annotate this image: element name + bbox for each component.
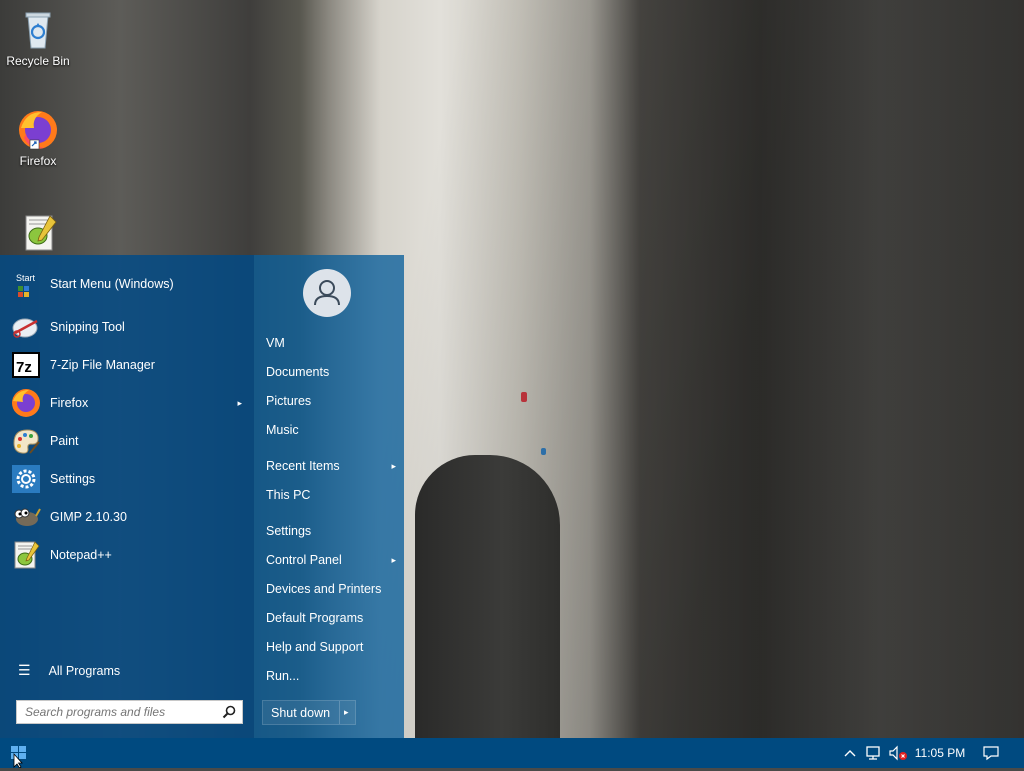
program-start-menu-windows[interactable]: Start Start Menu (Windows) <box>10 267 248 301</box>
place-label: Music <box>266 423 299 437</box>
program-label: Snipping Tool <box>50 320 125 334</box>
notification-icon[interactable] <box>978 738 1004 768</box>
start-menu: Start Start Menu (Windows) Snipping Tool <box>0 255 404 738</box>
place-label: Settings <box>266 524 312 538</box>
program-label: Start Menu (Windows) <box>50 277 174 291</box>
user-avatar[interactable] <box>303 269 351 317</box>
search-input[interactable] <box>23 704 222 720</box>
network-icon[interactable] <box>862 738 886 768</box>
place-recent-items[interactable]: Recent Items ▸ <box>266 456 396 476</box>
program-paint[interactable]: Paint <box>10 424 248 458</box>
program-label: Notepad++ <box>50 548 112 562</box>
settings-gear-icon <box>10 463 42 495</box>
wallpaper-climber <box>521 392 527 402</box>
place-label: VM <box>266 336 285 350</box>
place-label: Recent Items <box>266 459 340 473</box>
shutdown-label: Shut down <box>271 705 331 720</box>
program-label: Settings <box>50 472 96 486</box>
desktop-icon-recycle-bin[interactable]: Recycle Bin <box>0 8 76 68</box>
place-label: Devices and Printers <box>266 582 382 596</box>
list-icon: ☰ <box>18 662 31 678</box>
recycle-bin-icon <box>16 8 60 52</box>
program-label: Paint <box>50 434 79 448</box>
windows-logo-icon <box>11 746 26 769</box>
program-notepad-plus-plus[interactable]: Notepad++ <box>10 538 248 572</box>
place-run[interactable]: Run... <box>266 666 396 686</box>
chevron-up-icon[interactable] <box>840 738 860 768</box>
desktop-icon-notepad-plus-plus[interactable] <box>0 210 76 256</box>
clock[interactable]: 11:05 PM <box>910 738 970 768</box>
shutdown-button[interactable]: Shut down ▸ <box>262 700 356 725</box>
place-label: Control Panel <box>266 553 342 567</box>
place-music[interactable]: Music <box>266 420 396 440</box>
program-firefox[interactable]: Firefox ▸ <box>10 386 248 420</box>
place-label: Help and Support <box>266 640 364 654</box>
desktop-icon-label: Recycle Bin <box>6 54 70 68</box>
place-label: Run... <box>266 669 300 683</box>
place-pictures[interactable]: Pictures <box>266 391 396 411</box>
taskbar: 11:05 PM <box>0 738 1024 769</box>
program-gimp[interactable]: GIMP 2.10.30 <box>10 500 248 534</box>
wallpaper-climber <box>541 448 546 455</box>
volume-muted-icon[interactable] <box>886 738 910 768</box>
program-label: GIMP 2.10.30 <box>50 510 127 524</box>
7zip-icon: 7z <box>10 349 42 381</box>
firefox-icon <box>16 108 60 152</box>
submenu-arrow-icon: ▸ <box>391 461 396 471</box>
place-settings[interactable]: Settings <box>266 521 396 541</box>
search-box[interactable] <box>16 700 243 724</box>
submenu-arrow-icon: ▸ <box>237 397 242 408</box>
place-label: Pictures <box>266 394 312 408</box>
notepad-plus-plus-icon <box>10 539 42 571</box>
program-label: 7-Zip File Manager <box>50 358 155 372</box>
shutdown-options-arrow-icon[interactable]: ▸ <box>339 701 349 724</box>
place-this-pc[interactable]: This PC <box>266 485 396 505</box>
place-vm[interactable]: VM <box>266 333 396 353</box>
wallpaper-rock <box>415 455 560 738</box>
place-label: Default Programs <box>266 611 364 625</box>
all-programs-label: All Programs <box>48 663 121 678</box>
start-menu-programs-pane: Start Start Menu (Windows) Snipping Tool <box>0 255 254 738</box>
submenu-arrow-icon: ▸ <box>391 555 396 565</box>
program-settings[interactable]: Settings <box>10 462 248 496</box>
gimp-icon <box>10 501 42 533</box>
place-devices-and-printers[interactable]: Devices and Printers <box>266 579 396 599</box>
place-label: This PC <box>266 488 311 502</box>
program-snipping-tool[interactable]: Snipping Tool <box>10 310 248 344</box>
program-label: Firefox <box>50 396 89 410</box>
program-7zip[interactable]: 7z 7-Zip File Manager <box>10 348 248 382</box>
paint-icon <box>10 425 42 457</box>
all-programs-button[interactable]: ☰ All Programs <box>18 662 120 679</box>
notepad-plus-plus-icon <box>16 210 60 254</box>
start-menu-places-pane: VM Documents Pictures Music Recent Items… <box>254 255 404 738</box>
place-label: Documents <box>266 365 330 379</box>
svg-text:7z: 7z <box>16 359 32 376</box>
search-icon[interactable] <box>221 704 237 720</box>
place-help-and-support[interactable]: Help and Support <box>266 637 396 657</box>
place-control-panel[interactable]: Control Panel ▸ <box>266 550 396 570</box>
desktop-icon-firefox[interactable]: Firefox <box>0 108 76 168</box>
place-default-programs[interactable]: Default Programs <box>266 608 396 628</box>
start-menu-windows-icon: Start <box>10 268 42 300</box>
svg-text:Start: Start <box>16 273 36 283</box>
snipping-tool-icon <box>10 311 42 343</box>
desktop-icon-label: Firefox <box>19 154 57 168</box>
firefox-icon <box>10 387 42 419</box>
start-button[interactable] <box>0 738 38 769</box>
place-documents[interactable]: Documents <box>266 362 396 382</box>
